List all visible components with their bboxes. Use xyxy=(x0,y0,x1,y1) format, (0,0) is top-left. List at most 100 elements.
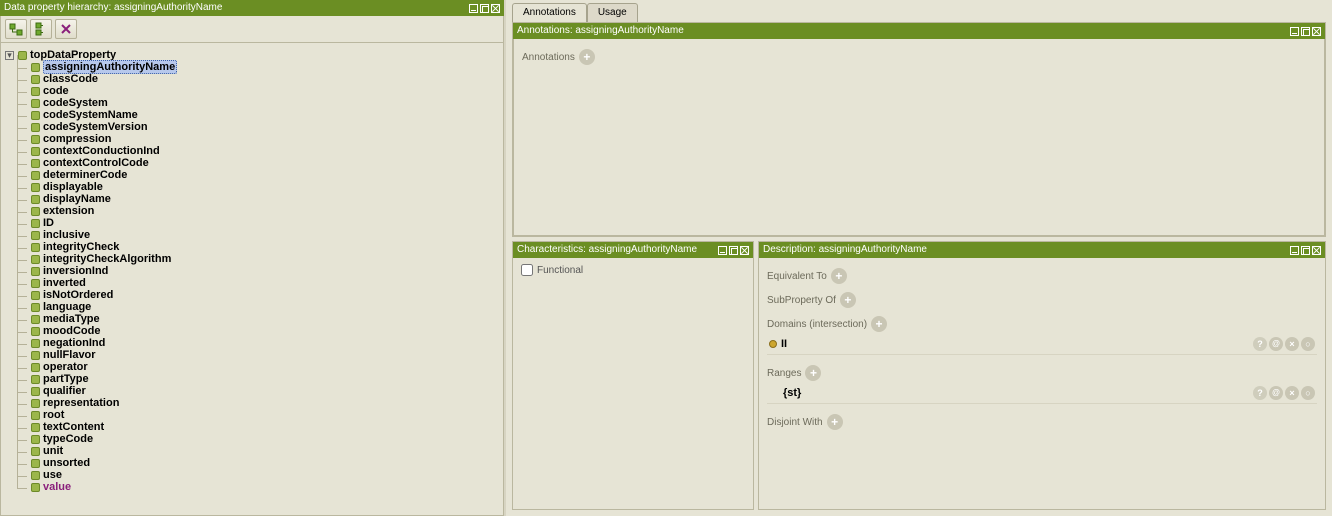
minimize-icon[interactable] xyxy=(1290,27,1299,36)
tree-item[interactable]: assigningAuthorityName xyxy=(31,61,499,73)
add-disjoint-button[interactable]: + xyxy=(827,414,843,430)
tree-item[interactable]: root xyxy=(31,409,499,421)
tree-item-label[interactable]: unit xyxy=(43,445,63,457)
tree-item[interactable]: codeSystem xyxy=(31,97,499,109)
tree-item-label[interactable]: operator xyxy=(43,361,88,373)
tree-item-label[interactable]: compression xyxy=(43,133,111,145)
close-icon[interactable] xyxy=(740,246,749,255)
tree-item-label[interactable]: textContent xyxy=(43,421,104,433)
tree-item-label[interactable]: contextConductionInd xyxy=(43,145,160,157)
tree-item-label[interactable]: isNotOrdered xyxy=(43,289,113,301)
tree-item-label[interactable]: integrityCheck xyxy=(43,241,119,253)
tree-item-label[interactable]: nullFlavor xyxy=(43,349,96,361)
tree-item-label[interactable]: inclusive xyxy=(43,229,90,241)
explain-icon[interactable]: ? xyxy=(1253,337,1267,351)
tree-item-label[interactable]: mediaType xyxy=(43,313,100,325)
tree-item-label[interactable]: use xyxy=(43,469,62,481)
tree-toggle-icon[interactable]: ▾ xyxy=(5,51,14,60)
tree-item[interactable]: partType xyxy=(31,373,499,385)
tree-item-label[interactable]: ID xyxy=(43,217,54,229)
tree-item-label[interactable]: negationInd xyxy=(43,337,105,349)
tree-item[interactable]: contextConductionInd xyxy=(31,145,499,157)
annotate-icon[interactable]: @ xyxy=(1269,386,1283,400)
tree-item[interactable]: unsorted xyxy=(31,457,499,469)
tree-item-label[interactable]: extension xyxy=(43,205,94,217)
functional-checkbox-row[interactable]: Functional xyxy=(521,264,745,276)
tree-item-label[interactable]: codeSystem xyxy=(43,97,108,109)
tree-item[interactable]: unit xyxy=(31,445,499,457)
add-range-button[interactable]: + xyxy=(805,365,821,381)
tree-item[interactable]: qualifier xyxy=(31,385,499,397)
tree-item[interactable]: inversionInd xyxy=(31,265,499,277)
tree-item-label[interactable]: code xyxy=(43,85,69,97)
tree-item[interactable]: representation xyxy=(31,397,499,409)
tree-item-label[interactable]: language xyxy=(43,301,91,313)
tree-item-label[interactable]: displayable xyxy=(43,181,103,193)
tree-item-label[interactable]: inversionInd xyxy=(43,265,108,277)
tree-item-label[interactable]: inverted xyxy=(43,277,86,289)
tree-item-label[interactable]: moodCode xyxy=(43,325,100,337)
tree-item[interactable]: displayName xyxy=(31,193,499,205)
tree-item[interactable]: determinerCode xyxy=(31,169,499,181)
add-subproperty-button[interactable]: + xyxy=(840,292,856,308)
tree-item[interactable]: integrityCheckAlgorithm xyxy=(31,253,499,265)
add-child-button[interactable] xyxy=(30,19,52,39)
add-annotation-button[interactable]: + xyxy=(579,49,595,65)
tree-item[interactable]: displayable xyxy=(31,181,499,193)
annotate-icon[interactable]: @ xyxy=(1269,337,1283,351)
tree-item-label[interactable]: displayName xyxy=(43,193,111,205)
tree-item[interactable]: classCode xyxy=(31,73,499,85)
tree-item[interactable]: textContent xyxy=(31,421,499,433)
tree-item[interactable]: moodCode xyxy=(31,325,499,337)
minimize-icon[interactable] xyxy=(1290,246,1299,255)
tree-item[interactable]: negationInd xyxy=(31,337,499,349)
functional-checkbox[interactable] xyxy=(521,264,533,276)
maximize-icon[interactable] xyxy=(1301,27,1310,36)
add-domain-button[interactable]: + xyxy=(871,316,887,332)
remove-icon[interactable]: × xyxy=(1285,386,1299,400)
minimize-icon[interactable] xyxy=(469,4,478,13)
hierarchy-tree[interactable]: ▾ topDataProperty assigningAuthorityName… xyxy=(0,43,504,516)
minimize-icon[interactable] xyxy=(718,246,727,255)
tree-item-label[interactable]: qualifier xyxy=(43,385,86,397)
add-equivalent-button[interactable]: + xyxy=(831,268,847,284)
delete-button[interactable] xyxy=(55,19,77,39)
explain-icon[interactable]: ? xyxy=(1253,386,1267,400)
tree-item[interactable]: ID xyxy=(31,217,499,229)
tree-item[interactable]: operator xyxy=(31,361,499,373)
tree-item-label[interactable]: determinerCode xyxy=(43,169,127,181)
tree-item[interactable]: inclusive xyxy=(31,229,499,241)
tree-item-label[interactable]: contextControlCode xyxy=(43,157,149,169)
tree-item-label[interactable]: representation xyxy=(43,397,119,409)
maximize-icon[interactable] xyxy=(729,246,738,255)
add-sibling-button[interactable] xyxy=(5,19,27,39)
tree-item[interactable]: codeSystemVersion xyxy=(31,121,499,133)
close-icon[interactable] xyxy=(1312,27,1321,36)
remove-icon[interactable]: × xyxy=(1285,337,1299,351)
edit-icon[interactable]: ○ xyxy=(1301,386,1315,400)
tree-item[interactable]: integrityCheck xyxy=(31,241,499,253)
tree-item[interactable]: codeSystemName xyxy=(31,109,499,121)
tree-item-label[interactable]: assigningAuthorityName xyxy=(43,60,177,74)
tree-item[interactable]: language xyxy=(31,301,499,313)
tab-usage[interactable]: Usage xyxy=(587,3,638,22)
tab-annotations[interactable]: Annotations xyxy=(512,3,587,22)
tree-item-label[interactable]: root xyxy=(43,409,64,421)
tree-item[interactable]: extension xyxy=(31,205,499,217)
tree-item[interactable]: contextControlCode xyxy=(31,157,499,169)
maximize-icon[interactable] xyxy=(480,4,489,13)
tree-item-label[interactable]: value xyxy=(43,481,71,493)
tree-item-label[interactable]: integrityCheckAlgorithm xyxy=(43,253,171,265)
tree-item[interactable]: use xyxy=(31,469,499,481)
edit-icon[interactable]: ○ xyxy=(1301,337,1315,351)
tree-item[interactable]: mediaType xyxy=(31,313,499,325)
maximize-icon[interactable] xyxy=(1301,246,1310,255)
close-icon[interactable] xyxy=(1312,246,1321,255)
tree-item-label[interactable]: classCode xyxy=(43,73,98,85)
tree-item[interactable]: isNotOrdered xyxy=(31,289,499,301)
tree-item[interactable]: nullFlavor xyxy=(31,349,499,361)
tree-item-label[interactable]: unsorted xyxy=(43,457,90,469)
tree-item-label[interactable]: partType xyxy=(43,373,89,385)
tree-item-label[interactable]: codeSystemVersion xyxy=(43,121,148,133)
domain-row[interactable]: II ? @ × ○ xyxy=(767,334,1317,355)
